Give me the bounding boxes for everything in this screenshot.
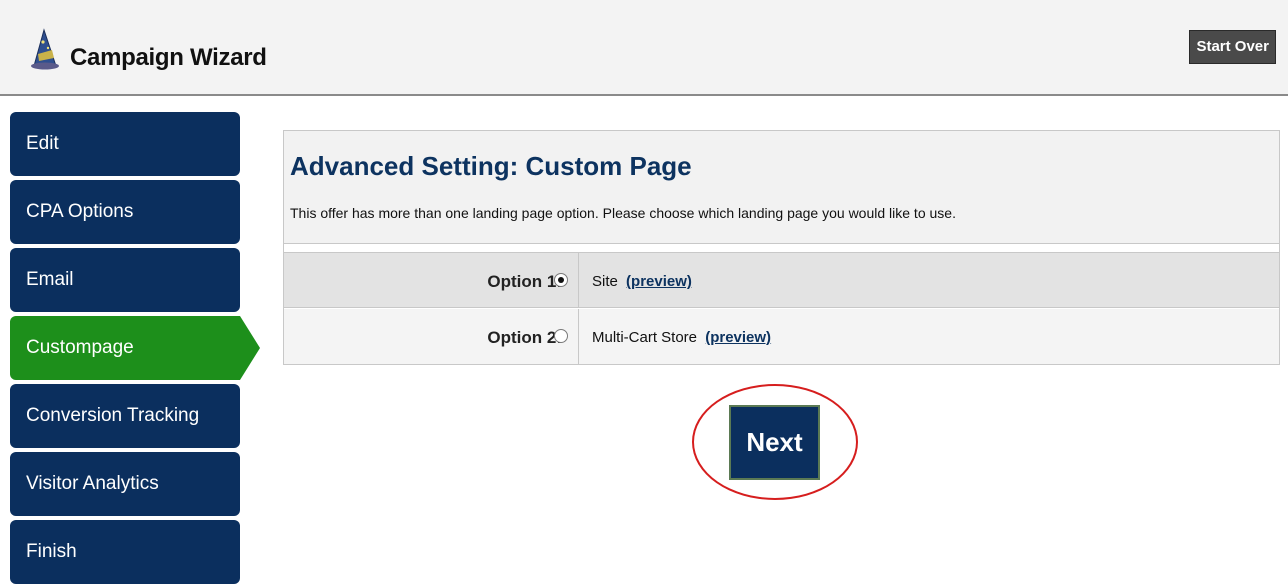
- option-2-radio[interactable]: [554, 329, 568, 343]
- option-1-name: Site: [592, 273, 618, 290]
- option-2-preview-link[interactable]: (preview): [705, 329, 771, 346]
- option-row-1: Option 1: Site (preview): [284, 252, 1279, 308]
- option-row-2: Option 2: Multi-Cart Store (preview): [284, 309, 1279, 365]
- sidebar-item-edit[interactable]: Edit: [10, 112, 240, 176]
- sidebar-item-email[interactable]: Email: [10, 248, 240, 312]
- sidebar-item-conversion-tracking[interactable]: Conversion Tracking: [10, 384, 240, 448]
- option-2-label: Option 2:: [487, 328, 562, 347]
- app-title: Campaign Wizard: [70, 44, 267, 71]
- sidebar-item-finish[interactable]: Finish: [10, 520, 240, 584]
- custom-page-panel: Advanced Setting: Custom Page This offer…: [283, 130, 1280, 365]
- page-title: Advanced Setting: Custom Page: [290, 151, 692, 181]
- wizard-hat-icon: [31, 28, 59, 70]
- column-divider: [578, 253, 579, 307]
- option-2-text: Multi-Cart Store (preview): [592, 329, 771, 346]
- option-1-label: Option 1:: [487, 272, 562, 291]
- header: Campaign Wizard Start Over: [0, 0, 1288, 96]
- next-button[interactable]: Next: [729, 405, 820, 480]
- sidebar-item-visitor-analytics[interactable]: Visitor Analytics: [10, 452, 240, 516]
- option-1-text: Site (preview): [592, 273, 692, 290]
- option-1-preview-link[interactable]: (preview): [626, 273, 692, 290]
- sidebar-item-custompage[interactable]: Custompage: [10, 316, 260, 380]
- column-divider: [578, 309, 579, 364]
- panel-header: Advanced Setting: Custom Page This offer…: [284, 131, 1279, 244]
- option-1-radio[interactable]: [554, 273, 568, 287]
- page-description: This offer has more than one landing pag…: [290, 205, 956, 221]
- start-over-button[interactable]: Start Over: [1189, 30, 1276, 64]
- sidebar-item-cpa-options[interactable]: CPA Options: [10, 180, 240, 244]
- option-2-name: Multi-Cart Store: [592, 329, 698, 346]
